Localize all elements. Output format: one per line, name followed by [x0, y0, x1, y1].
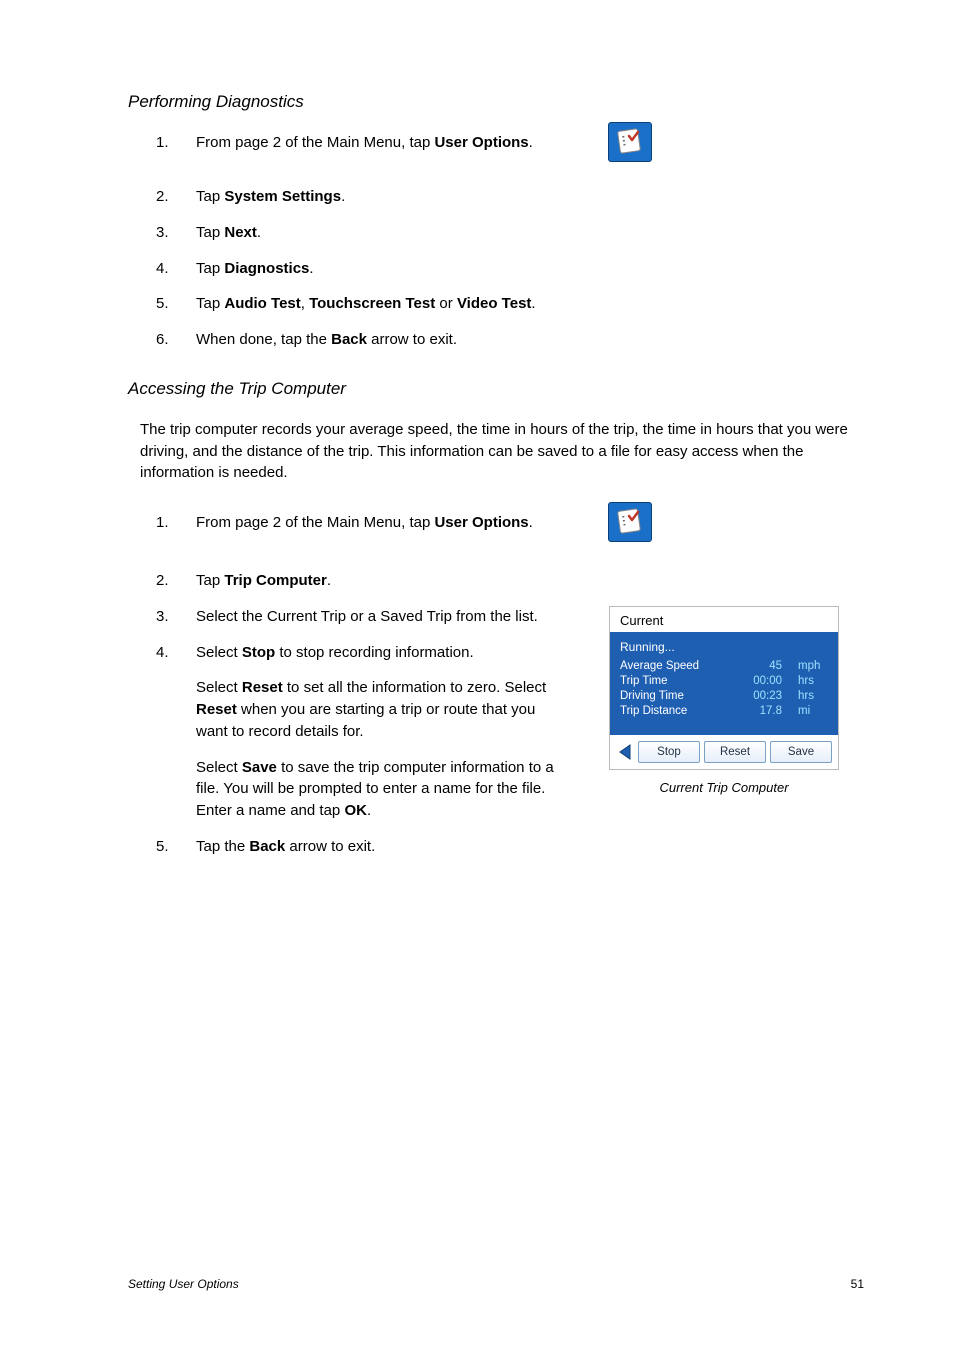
- screenshot-caption: Current Trip Computer: [659, 780, 788, 795]
- step-number: 4.: [156, 642, 196, 822]
- trip-row-unit: mi: [798, 705, 828, 717]
- step-text: From page 2 of the Main Menu, tap User O…: [196, 132, 596, 154]
- section-performing-diagnostics-title: Performing Diagnostics: [128, 92, 864, 112]
- step-number: 2.: [156, 570, 196, 592]
- reset-button[interactable]: Reset: [704, 741, 766, 763]
- save-button[interactable]: Save: [770, 741, 832, 763]
- list-item: 5. Tap Audio Test, Touchscreen Test or V…: [156, 293, 864, 315]
- user-options-icon: [608, 122, 652, 162]
- page-footer: Setting User Options 51: [128, 1277, 864, 1291]
- step-text: Tap the Back arrow to exit.: [196, 836, 556, 858]
- step-number: 2.: [156, 186, 196, 208]
- user-options-icon: [608, 502, 652, 542]
- section-trip-computer-title: Accessing the Trip Computer: [128, 379, 864, 399]
- trip-computer-steps-list: 1. From page 2 of the Main Menu, tap Use…: [156, 512, 864, 872]
- trip-row-value: 17.8: [753, 705, 782, 717]
- trip-row-label: Average Speed: [620, 660, 737, 672]
- step-text: Select Stop to stop recording informatio…: [196, 642, 556, 822]
- trip-computer-description: The trip computer records your average s…: [140, 419, 852, 484]
- list-item: 2. Tap System Settings.: [156, 186, 864, 208]
- step-text: Tap Diagnostics.: [196, 258, 864, 280]
- step-number: 3.: [156, 222, 196, 244]
- footer-section-name: Setting User Options: [128, 1277, 239, 1291]
- step-text: Tap Next.: [196, 222, 864, 244]
- step-number: 6.: [156, 329, 196, 351]
- trip-row-label: Driving Time: [620, 690, 737, 702]
- trip-row-unit: hrs: [798, 690, 828, 702]
- diagnostics-steps-list: 1. From page 2 of the Main Menu, tap Use…: [156, 132, 864, 351]
- trip-row-label: Trip Distance: [620, 705, 737, 717]
- step-number: 3.: [156, 606, 196, 628]
- trip-row-unit: mph: [798, 660, 828, 672]
- step-number: 5.: [156, 836, 196, 858]
- trip-computer-screenshot: Current Running... Average Speed 45 mph Tr…: [609, 606, 839, 770]
- trip-row-value: 00:23: [753, 690, 782, 702]
- list-item: 3. Select the Current Trip or a Saved Tr…: [156, 606, 556, 628]
- trip-body-panel: Running... Average Speed 45 mph Trip Time 0…: [610, 632, 838, 735]
- step-text: From page 2 of the Main Menu, tap User O…: [196, 512, 596, 534]
- step-text: When done, tap the Back arrow to exit.: [196, 329, 864, 351]
- page-number: 51: [851, 1277, 864, 1291]
- trip-button-bar: Stop Reset Save: [610, 735, 838, 769]
- trip-window-title: Current: [610, 607, 838, 632]
- step-text: Select the Current Trip or a Saved Trip …: [196, 606, 556, 628]
- step-number: 5.: [156, 293, 196, 315]
- list-item: 6. When done, tap the Back arrow to exit…: [156, 329, 864, 351]
- list-item: 5. Tap the Back arrow to exit.: [156, 836, 556, 858]
- step-text: Tap System Settings.: [196, 186, 864, 208]
- list-item: 2. Tap Trip Computer.: [156, 570, 864, 592]
- step-number: 4.: [156, 258, 196, 280]
- list-item: 3. Tap Next.: [156, 222, 864, 244]
- step-number: 1.: [156, 512, 196, 534]
- stop-button[interactable]: Stop: [638, 741, 700, 763]
- trip-row-label: Trip Time: [620, 675, 737, 687]
- list-item: 4. Tap Diagnostics.: [156, 258, 864, 280]
- trip-row-unit: hrs: [798, 675, 828, 687]
- step-text: Tap Audio Test, Touchscreen Test or Vide…: [196, 293, 864, 315]
- list-item: 1. From page 2 of the Main Menu, tap Use…: [156, 512, 864, 552]
- step-number: 1.: [156, 132, 196, 154]
- trip-data-grid: Average Speed 45 mph Trip Time 00:00 hrs Dri…: [620, 660, 828, 717]
- list-item: 1. From page 2 of the Main Menu, tap Use…: [156, 132, 864, 172]
- step-text: Tap Trip Computer.: [196, 570, 864, 592]
- back-arrow-icon[interactable]: [616, 741, 634, 763]
- trip-row-value: 00:00: [753, 675, 782, 687]
- trip-status-text: Running...: [620, 640, 828, 654]
- list-item: 4. Select Stop to stop recording informa…: [156, 642, 556, 822]
- trip-row-value: 45: [753, 660, 782, 672]
